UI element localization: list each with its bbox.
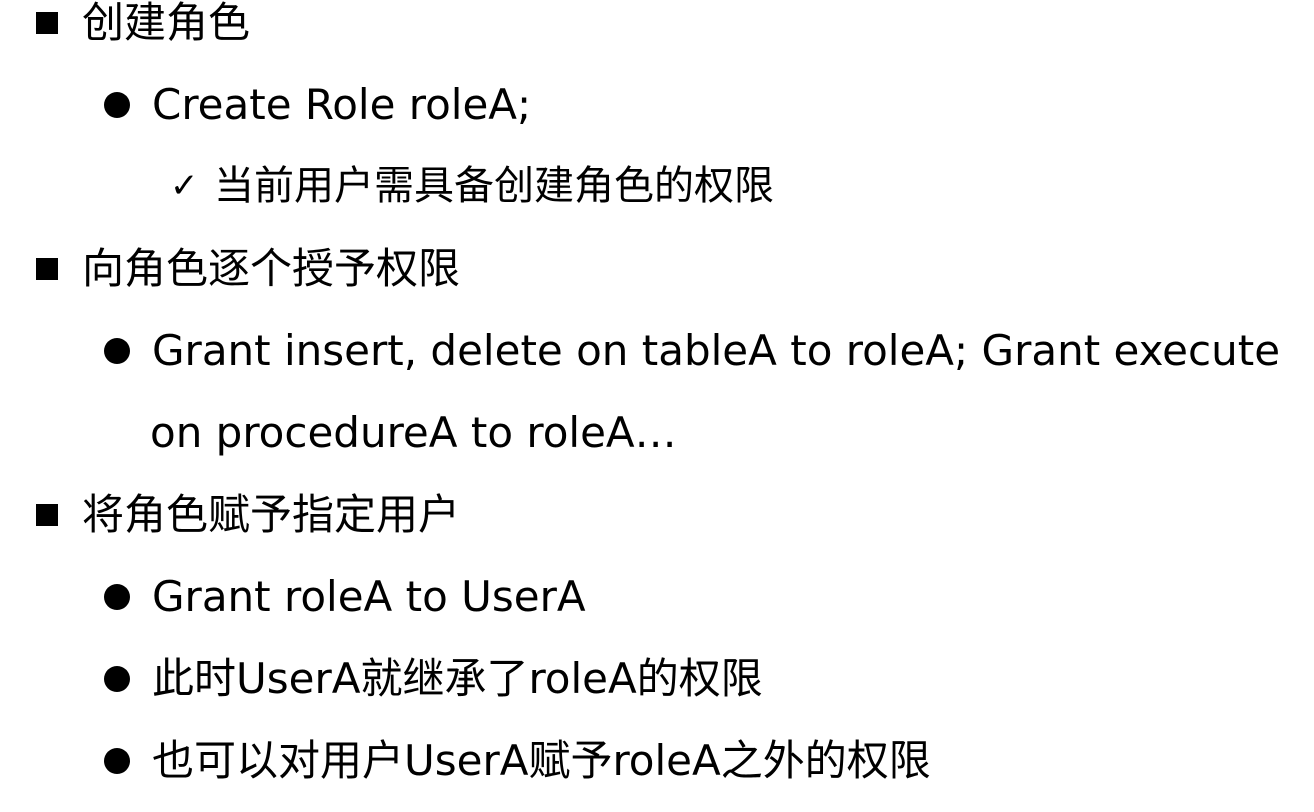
- heading-text: 将角色赋予指定用户: [82, 490, 461, 539]
- sub-list-item-text: 当前用户需具备创建角色的权限: [214, 163, 774, 209]
- list-item-text: 此时UserA就继承了roleA的权限: [152, 654, 763, 703]
- section-heading: 向角色逐个授予权限: [36, 248, 460, 290]
- list-item-text: Create Role roleA;: [152, 80, 532, 129]
- sub-list-item: ✓ 当前用户需具备创建角色的权限: [170, 166, 774, 206]
- list-item: Create Role roleA;: [104, 84, 531, 126]
- round-bullet-icon: [104, 666, 130, 692]
- list-item-text: Grant roleA to UserA: [152, 572, 586, 621]
- square-bullet-icon: [36, 258, 58, 280]
- list-item-text: 也可以对用户UserA赋予roleA之外的权限: [152, 736, 931, 785]
- heading-text: 创建角色: [82, 0, 251, 47]
- heading-text: 向角色逐个授予权限: [82, 244, 461, 293]
- round-bullet-icon: [104, 748, 130, 774]
- round-bullet-icon: [104, 338, 130, 364]
- list-item: Grant insert, delete on tableA to roleA;…: [104, 330, 1280, 372]
- section-heading: 将角色赋予指定用户: [36, 494, 460, 536]
- section-heading: 创建角色: [36, 2, 250, 44]
- square-bullet-icon: [36, 12, 58, 34]
- round-bullet-icon: [104, 92, 130, 118]
- list-item: Grant roleA to UserA: [104, 576, 586, 618]
- slide-page: 创建角色 Create Role roleA; ✓ 当前用户需具备创建角色的权限…: [0, 0, 1314, 812]
- checkmark-icon: ✓: [170, 166, 199, 206]
- square-bullet-icon: [36, 504, 58, 526]
- round-bullet-icon: [104, 584, 130, 610]
- list-item: 也可以对用户UserA赋予roleA之外的权限: [104, 740, 931, 782]
- list-item-text: Grant insert, delete on tableA to roleA;…: [152, 326, 1281, 375]
- list-item-continuation: on procedureA to roleA…: [150, 408, 677, 457]
- list-item: 此时UserA就继承了roleA的权限: [104, 658, 763, 700]
